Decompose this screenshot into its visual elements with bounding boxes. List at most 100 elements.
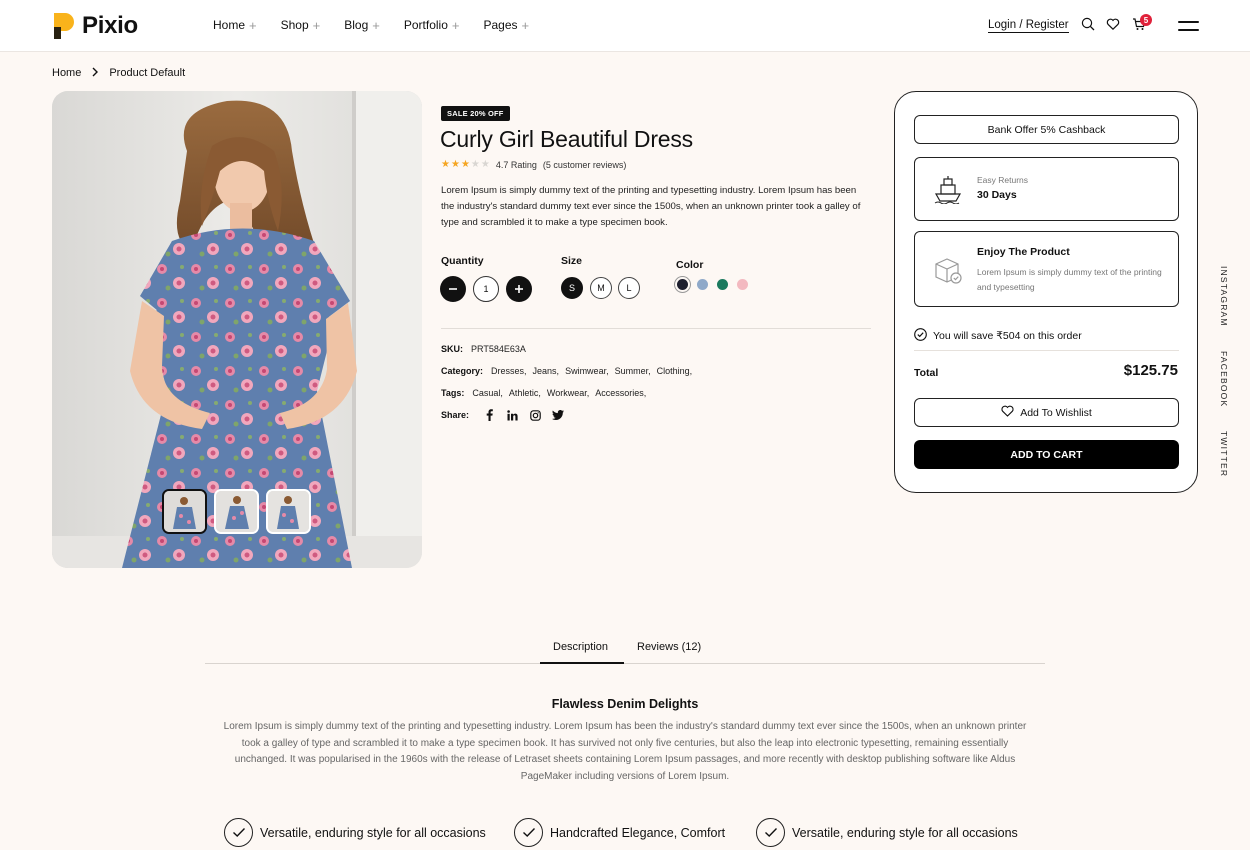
plus-icon: + <box>521 17 530 33</box>
color-swatch-3[interactable] <box>717 279 728 290</box>
color-swatch-4[interactable] <box>737 279 748 290</box>
menu-icon[interactable] <box>1178 18 1199 32</box>
bank-offer-banner[interactable]: Bank Offer 5% Cashback <box>914 115 1179 144</box>
total-price: $125.75 <box>1123 362 1178 379</box>
tag-link[interactable]: Athletic, <box>509 388 541 398</box>
size-option-m[interactable]: M <box>590 277 612 299</box>
product-title: Curly Girl Beautiful Dress <box>440 126 693 152</box>
heart-icon[interactable] <box>1106 17 1122 33</box>
check-icon <box>514 818 543 847</box>
feature-text: Versatile, enduring style for all occasi… <box>792 825 1018 840</box>
brand-logo[interactable]: Pixio <box>52 11 138 41</box>
tag-link[interactable]: Workwear, <box>547 388 589 398</box>
sku-value: PRT584E63A <box>471 344 526 354</box>
star-icon: ★ <box>460 159 470 170</box>
nav-item-blog[interactable]: Blog + <box>344 18 380 32</box>
tags-row: Tags: Casual, Athletic, Workwear, Access… <box>441 388 646 398</box>
color-swatch-1[interactable] <box>677 279 688 290</box>
nav-label: Portfolio <box>403 18 448 32</box>
category-link[interactable]: Jeans, <box>533 366 560 376</box>
nav-item-shop[interactable]: Shop + <box>281 18 321 32</box>
feature-item: Handcrafted Elegance, Comfort <box>514 818 725 847</box>
thumbnail-3[interactable] <box>266 489 311 534</box>
search-icon[interactable] <box>1081 17 1097 33</box>
returns-days: 30 Days <box>977 189 1017 201</box>
wishlist-label: Add To Wishlist <box>1020 406 1092 419</box>
category-label: Category: <box>441 366 484 376</box>
logo-mark-icon <box>52 11 76 41</box>
category-link[interactable]: Clothing, <box>657 366 693 376</box>
star-icon: ★ <box>480 159 490 170</box>
feature-item: Versatile, enduring style for all occasi… <box>756 818 1018 847</box>
breadcrumb: Home Product Default <box>52 66 185 80</box>
thumbnail-1[interactable] <box>162 489 207 534</box>
nav-label: Pages <box>483 18 518 32</box>
facebook-icon[interactable] <box>483 409 495 421</box>
increase-quantity-button[interactable] <box>506 276 532 302</box>
star-icon: ★ <box>470 159 480 170</box>
tab-description[interactable]: Description <box>553 641 608 653</box>
size-option-s[interactable]: S <box>561 277 583 299</box>
purchase-panel: Bank Offer 5% Cashback Easy Returns 30 D… <box>894 91 1198 493</box>
check-icon <box>756 818 785 847</box>
thumbnail-2[interactable] <box>214 489 259 534</box>
plus-icon: + <box>312 17 321 33</box>
breadcrumb-current: Product Default <box>109 67 186 79</box>
check-circle-icon <box>914 328 927 344</box>
category-link[interactable]: Summer, <box>615 366 651 376</box>
nav-item-home[interactable]: Home + <box>213 18 257 32</box>
product-main-image <box>52 91 422 568</box>
tag-link[interactable]: Accessories, <box>595 388 646 398</box>
plus-icon: + <box>451 17 460 33</box>
feature-text: Versatile, enduring style for all occasi… <box>260 825 486 840</box>
box-check-icon <box>933 256 963 291</box>
nav-item-portfolio[interactable]: Portfolio + <box>404 18 460 32</box>
nav-item-pages[interactable]: Pages + <box>483 18 529 32</box>
star-icon: ★ <box>441 159 450 170</box>
category-row: Category: Dresses, Jeans, Swimwear, Summ… <box>441 366 692 376</box>
thumbnail-strip <box>162 489 311 534</box>
plus-icon: + <box>249 17 257 33</box>
tag-link[interactable]: Casual, <box>472 388 503 398</box>
check-icon <box>224 818 253 847</box>
chevron-right-icon <box>91 66 99 80</box>
returns-small-text: Easy Returns <box>977 175 1029 185</box>
nav-label: Shop <box>280 18 309 32</box>
reviews-link[interactable]: (5 customer reviews) <box>543 160 627 170</box>
ship-icon <box>933 174 963 209</box>
savings-row: You will save ₹504 on this order <box>914 328 1082 344</box>
twitter-icon[interactable] <box>552 409 565 421</box>
heart-icon <box>1001 405 1014 420</box>
star-rating: ★ ★ ★ ★ ★ <box>441 160 490 170</box>
category-link[interactable]: Dresses, <box>491 366 527 376</box>
tags-label: Tags: <box>441 388 465 398</box>
size-option-l[interactable]: L <box>618 277 640 299</box>
social-link-instagram[interactable]: INSTAGRAM <box>1219 266 1229 327</box>
category-link[interactable]: Swimwear, <box>565 366 609 376</box>
add-to-cart-button[interactable]: ADD TO CART <box>914 440 1179 469</box>
instagram-icon[interactable] <box>529 409 541 421</box>
star-icon: ★ <box>450 159 460 170</box>
active-tab-indicator <box>540 662 624 664</box>
social-link-facebook[interactable]: FACEBOOK <box>1219 351 1229 407</box>
total-label: Total <box>914 367 939 379</box>
main-nav: Home + Shop + Blog + Portfolio + Pages + <box>213 18 529 32</box>
decrease-quantity-button[interactable] <box>440 276 466 302</box>
feature-item: Versatile, enduring style for all occasi… <box>224 818 486 847</box>
share-row: Share: <box>441 409 565 421</box>
social-link-twitter[interactable]: TWITTER <box>1219 431 1229 477</box>
nav-label: Home <box>213 18 246 32</box>
tab-reviews[interactable]: Reviews (12) <box>637 641 701 653</box>
breadcrumb-home[interactable]: Home <box>52 67 81 79</box>
add-to-wishlist-button[interactable]: Add To Wishlist <box>914 398 1179 427</box>
login-register-link[interactable]: Login / Register <box>988 19 1069 33</box>
tabs-underline <box>205 663 1045 664</box>
quantity-label: Quantity <box>441 255 484 267</box>
color-swatch-2[interactable] <box>697 279 708 290</box>
nav-label: Blog <box>344 18 369 32</box>
size-label: Size <box>561 255 583 267</box>
linkedin-icon[interactable] <box>506 409 518 421</box>
sku-row: SKU: PRT584E63A <box>441 344 526 354</box>
brand-name: Pixio <box>82 12 138 39</box>
quantity-input[interactable]: 1 <box>473 276 499 302</box>
